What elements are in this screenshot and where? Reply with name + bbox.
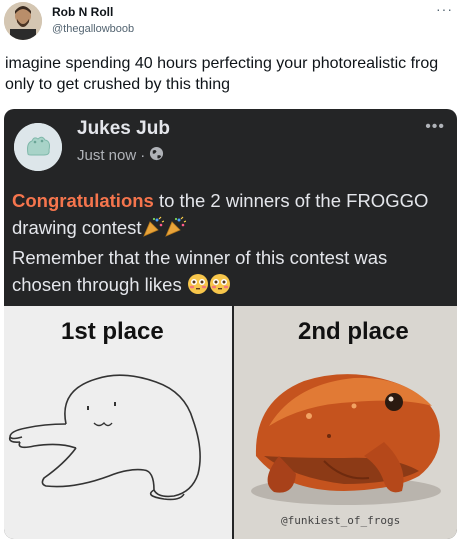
globe-icon bbox=[149, 146, 164, 165]
page-avatar bbox=[14, 123, 62, 171]
post-highlight: Congratulations bbox=[12, 190, 154, 211]
avatar[interactable] bbox=[4, 2, 42, 40]
tweet-header: Rob N Roll @thegallowboob ··· bbox=[0, 0, 467, 46]
page-name: Jukes Jub bbox=[77, 118, 170, 139]
post-more-icon: ••• bbox=[425, 118, 445, 135]
post-body: Congratulations to the 2 winners of the … bbox=[12, 188, 452, 302]
flushed-face-icon bbox=[209, 273, 231, 303]
image-watermark: @funkiest_of_frogs bbox=[281, 514, 401, 527]
frog-doodle bbox=[8, 374, 201, 501]
second-place-image: 2nd place @funkiest_of_frogs bbox=[234, 306, 457, 539]
flushed-face-icon bbox=[187, 273, 209, 303]
meta-separator: · bbox=[140, 147, 146, 164]
party-popper-icon bbox=[142, 216, 164, 246]
embedded-post-image[interactable]: Jukes Jub Just now · ••• Congratulations… bbox=[4, 109, 457, 539]
party-popper-icon bbox=[164, 216, 186, 246]
tweet-text: imagine spending 40 hours perfecting you… bbox=[5, 55, 439, 93]
post-timestamp: Just now bbox=[77, 147, 137, 164]
more-options-button[interactable]: ··· bbox=[436, 2, 453, 16]
author-handle[interactable]: @thegallowboob bbox=[52, 23, 134, 35]
first-place-image: 1st place bbox=[4, 306, 232, 539]
realistic-frog-drawing bbox=[251, 374, 441, 505]
post-meta: Just now · bbox=[77, 146, 164, 165]
author-name[interactable]: Rob N Roll bbox=[52, 5, 113, 19]
